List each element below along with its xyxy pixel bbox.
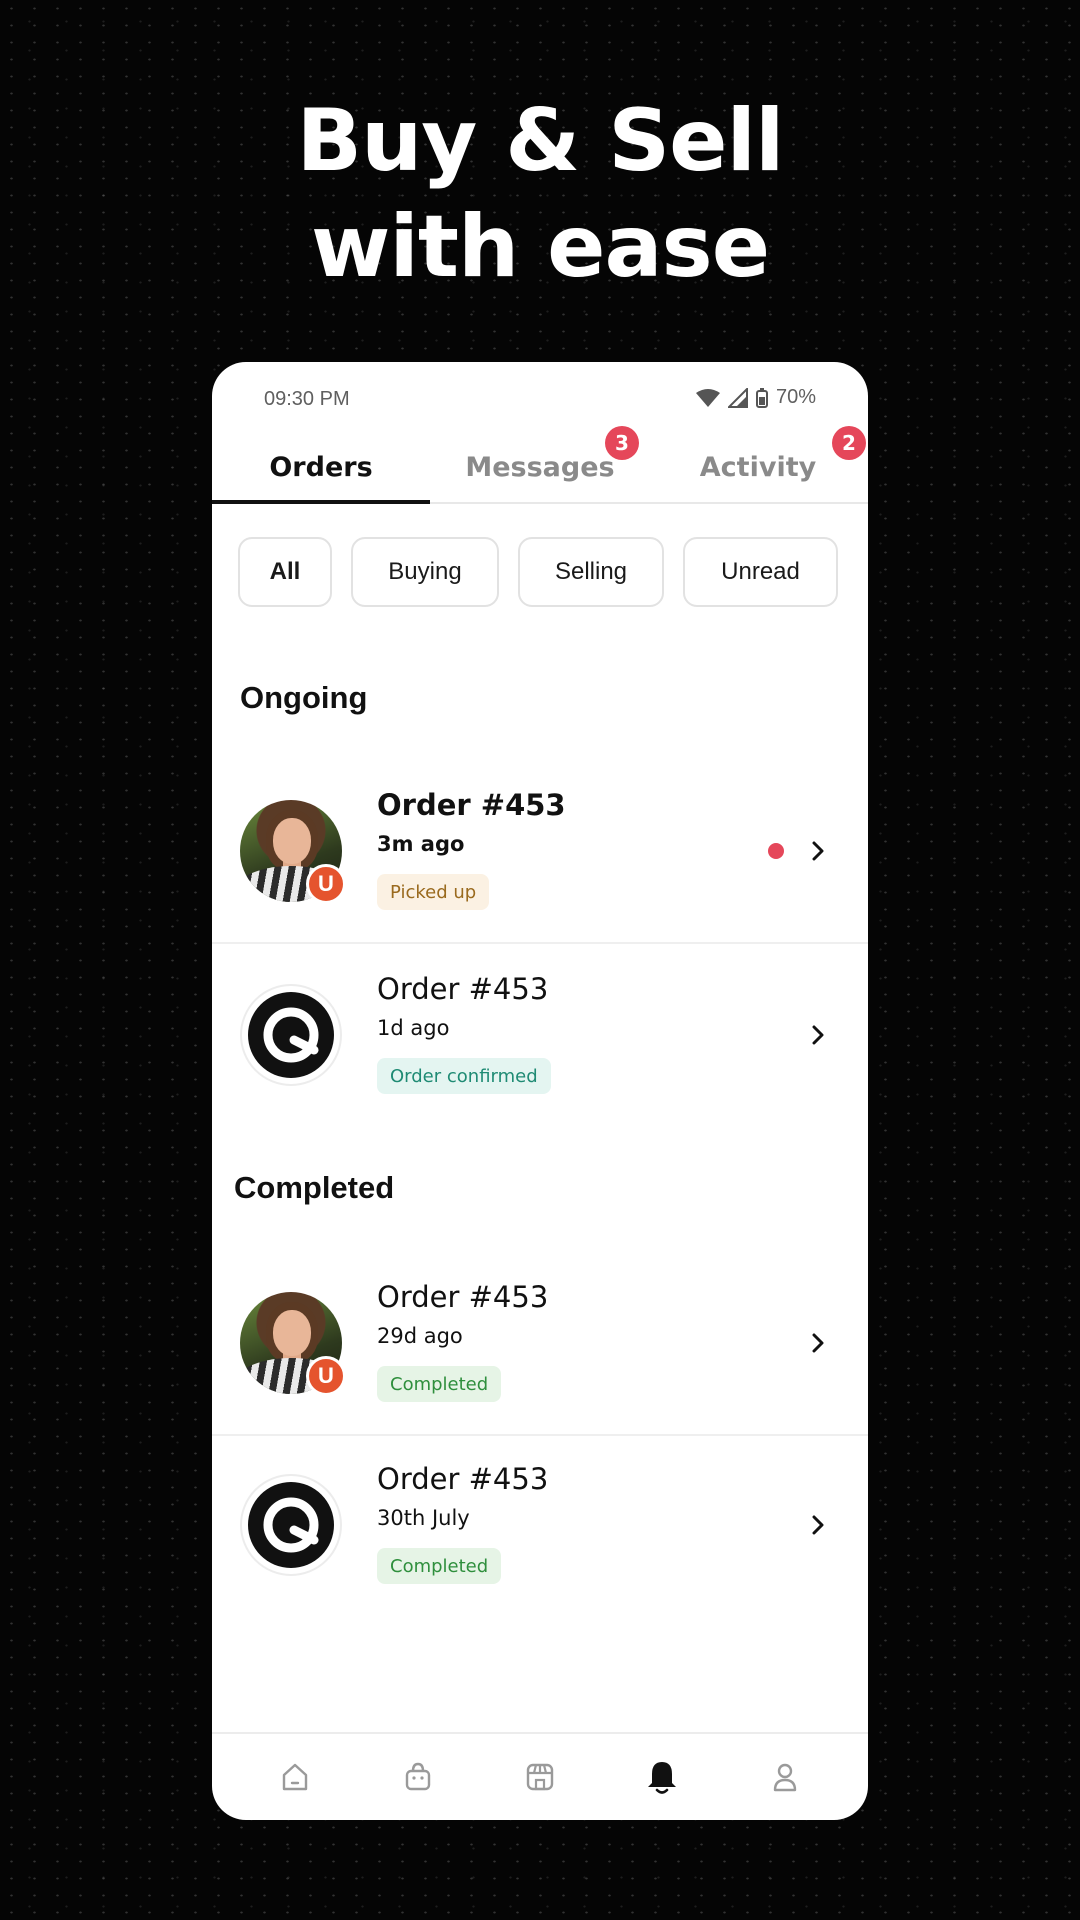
- tab-label: Messages: [465, 451, 615, 483]
- status-bar: 09:30 PM 70%: [212, 376, 868, 418]
- order-title: Order #453: [377, 1462, 549, 1496]
- battery-level: 70%: [775, 386, 816, 408]
- order-row[interactable]: Order #453 30th July Completed: [212, 1434, 868, 1616]
- nav-home[interactable]: [265, 1761, 325, 1793]
- signal-icon: [727, 387, 748, 408]
- chevron-right-icon: [812, 1333, 824, 1353]
- nav-shop[interactable]: [388, 1761, 448, 1793]
- avatar: [240, 984, 342, 1086]
- chevron-right-icon: [812, 1025, 824, 1045]
- tab-activity[interactable]: Activity 2: [649, 426, 867, 502]
- phone-screen: 09:30 PM 70% Orders Messages 3 Activity …: [212, 362, 868, 1820]
- status-badge: Completed: [377, 1548, 502, 1584]
- q-logo-icon: [248, 992, 334, 1078]
- chevron-right-icon: [812, 841, 824, 861]
- avatar: U: [240, 1292, 346, 1396]
- store-icon: [526, 1763, 554, 1791]
- messages-count-badge: 3: [605, 426, 639, 460]
- filter-all-chip[interactable]: All: [238, 537, 332, 607]
- order-time: 29d ago: [377, 1324, 463, 1348]
- tab-orders[interactable]: Orders: [212, 432, 430, 504]
- headline-line-2: with ease: [310, 197, 770, 297]
- section-title-ongoing: Ongoing: [240, 680, 368, 715]
- filter-unread-chip[interactable]: Unread: [683, 537, 838, 607]
- order-title: Order #453: [377, 972, 549, 1006]
- headline-line-1: Buy & Sell: [296, 91, 785, 191]
- status-icons: 70%: [695, 386, 816, 409]
- activity-count-badge: 2: [832, 426, 866, 460]
- home-icon: [282, 1763, 308, 1791]
- order-row[interactable]: U Order #453 3m ago Picked up: [212, 760, 868, 944]
- filter-chips: All Buying Selling Unread: [238, 537, 838, 607]
- seller-badge: U: [306, 864, 346, 904]
- order-time: 30th July: [377, 1506, 470, 1530]
- seller-badge: U: [306, 1356, 346, 1396]
- section-title-completed: Completed: [234, 1170, 395, 1205]
- tab-label: Activity: [699, 451, 817, 483]
- tab-messages[interactable]: Messages 3: [431, 426, 649, 502]
- wifi-icon: [695, 388, 720, 407]
- order-row[interactable]: U Order #453 29d ago Completed: [212, 1252, 868, 1436]
- order-time: 3m ago: [377, 832, 465, 856]
- status-time: 09:30 PM: [264, 388, 350, 410]
- filter-selling-chip[interactable]: Selling: [518, 537, 664, 607]
- bell-icon: [648, 1762, 677, 1794]
- status-badge: Completed: [377, 1366, 502, 1402]
- order-row[interactable]: Order #453 1d ago Order confirmed: [212, 944, 868, 1126]
- nav-notifications[interactable]: [632, 1759, 692, 1795]
- avatar: U: [240, 800, 346, 904]
- order-time: 1d ago: [377, 1016, 450, 1040]
- tab-bar: Orders Messages 3 Activity 2: [212, 426, 868, 504]
- nav-store[interactable]: [510, 1761, 570, 1793]
- nav-profile[interactable]: [755, 1761, 815, 1793]
- battery-icon: [755, 387, 768, 408]
- chevron-right-icon: [812, 1515, 824, 1535]
- status-badge: Picked up: [377, 874, 490, 910]
- status-badge: Order confirmed: [377, 1058, 551, 1094]
- q-logo-icon: [248, 1482, 334, 1568]
- bag-icon: [405, 1762, 430, 1791]
- order-title: Order #453: [377, 788, 566, 822]
- order-title: Order #453: [377, 1280, 549, 1314]
- bottom-nav: [212, 1732, 868, 1820]
- tab-label: Orders: [269, 451, 373, 483]
- headline: Buy & Sell with ease: [0, 88, 1080, 300]
- unread-dot: [768, 843, 784, 859]
- filter-buying-chip[interactable]: Buying: [351, 537, 499, 607]
- avatar: [240, 1474, 342, 1576]
- profile-icon: [773, 1763, 796, 1792]
